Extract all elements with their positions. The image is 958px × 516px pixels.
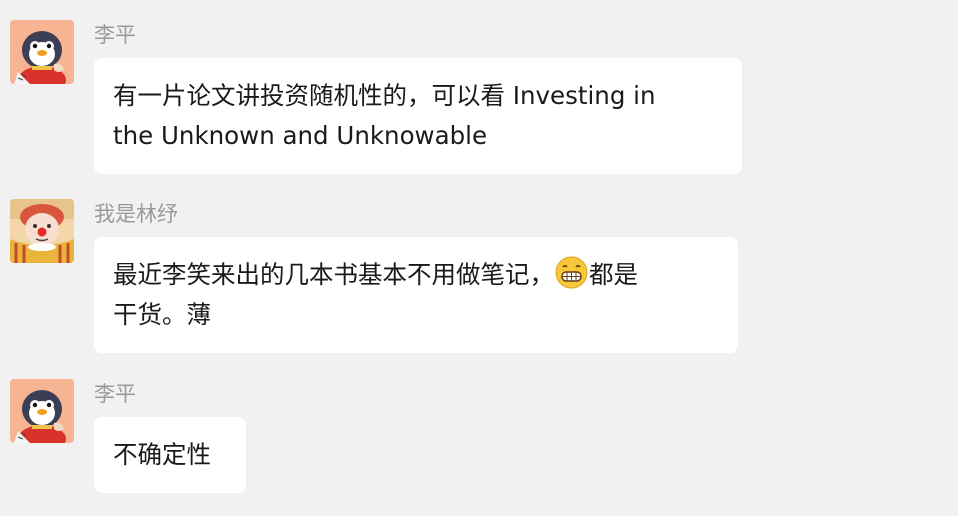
- penguin-avatar-icon[interactable]: [10, 20, 74, 84]
- message-text-line: 有一片论文讲投资随机性的，可以看 Investing in: [113, 81, 656, 110]
- message-text-line: 最近李笑来出的几本书基本不用做笔记， 都是: [113, 255, 719, 295]
- sender-name: 李平: [94, 382, 136, 406]
- message-bubble[interactable]: 最近李笑来出的几本书基本不用做笔记， 都是 干货。薄: [94, 237, 738, 353]
- message-text-segment: 最近李笑来出的几本书基本不用做笔记，: [113, 260, 554, 289]
- message-bubble[interactable]: 有一片论文讲投资随机性的，可以看 Investing in the Unknow…: [94, 58, 742, 174]
- sender-name: 我是林纾: [94, 202, 178, 226]
- message-text-line: 干货。薄: [113, 300, 211, 329]
- grinning-face-emoji-icon: [555, 256, 588, 289]
- message-text-line: the Unknown and Unknowable: [113, 121, 488, 150]
- message-item: 李平 不确定性: [0, 379, 958, 493]
- message-item: 李平 有一片论文讲投资随机性的，可以看 Investing in the Unk…: [0, 20, 958, 174]
- sender-name: 李平: [94, 23, 136, 47]
- message-bubble[interactable]: 不确定性: [94, 417, 246, 493]
- clown-avatar-icon[interactable]: [10, 199, 74, 263]
- chat-message-list[interactable]: 李平 有一片论文讲投资随机性的，可以看 Investing in the Unk…: [0, 0, 958, 516]
- message-text-line: 不确定性: [113, 440, 211, 469]
- message-item: 我是林纾 最近李笑来出的几本书基本不用做笔记， 都是 干货。薄: [0, 199, 958, 355]
- penguin-avatar-icon[interactable]: [10, 379, 74, 443]
- message-text-segment: 都是: [589, 260, 638, 289]
